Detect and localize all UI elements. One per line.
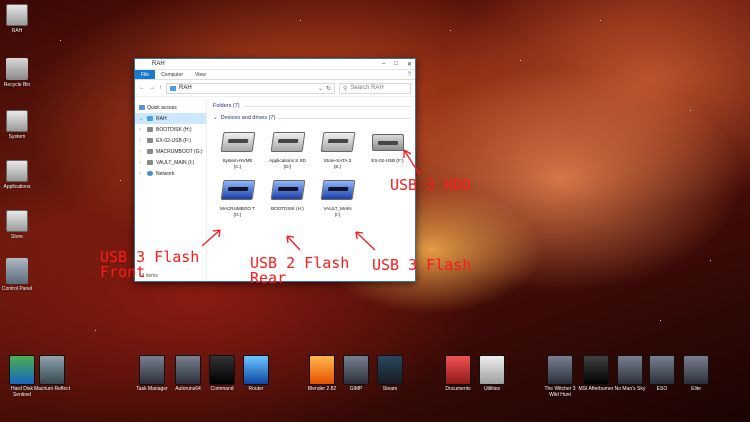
chevron-down-icon[interactable]: ⌄ — [318, 85, 323, 92]
blender-icon — [309, 355, 335, 385]
shortcut-elite[interactable]: Elite — [676, 355, 716, 392]
address-bar[interactable]: RAH ⌄ ↻ — [166, 82, 335, 94]
devices-section-header[interactable]: ⌄ Devices and drives (7) — [213, 113, 411, 123]
drives-grid: System-NVME (C:) Applications S SD (D:) St… — [213, 126, 411, 218]
usb-drive-icon — [270, 174, 306, 204]
hard-drive-icon — [270, 126, 306, 156]
nav-item-vault-main[interactable]: › VAULT_MAIN (I:) — [135, 157, 206, 168]
task-manager-icon — [139, 355, 165, 385]
up-icon[interactable]: ↑ — [159, 85, 162, 91]
desktop-icon-rah[interactable]: RAH — [0, 4, 34, 34]
hard-drive-icon — [220, 126, 256, 156]
tab-file[interactable]: File — [135, 70, 156, 79]
nav-item-macrumboot[interactable]: › MACRUMBOOT (G:) — [135, 146, 206, 157]
computer-icon — [170, 85, 176, 91]
desktop-icon-label: Store — [11, 234, 23, 240]
help-icon[interactable]: ? — [408, 72, 411, 78]
search-placeholder: Search RAH — [350, 85, 384, 91]
drive-item[interactable]: VAULT_MAIN (I:) — [313, 174, 362, 218]
search-box[interactable]: ⚲ Search RAH — [339, 82, 411, 94]
star-icon — [139, 105, 145, 110]
drive-item[interactable]: EX-02-USB (F:) — [363, 126, 412, 170]
steam-icon — [377, 355, 403, 385]
desktop-icon-applications[interactable]: Applications — [0, 160, 34, 190]
documents-icon — [445, 355, 471, 385]
external-drive-icon — [370, 126, 406, 156]
drive-item[interactable]: BOOTDISK (H:) — [263, 174, 312, 218]
desktop-icon-system[interactable]: System — [0, 110, 34, 140]
desktop-icon-control-panel[interactable]: Control Panel — [0, 258, 34, 292]
utilities-icon — [479, 355, 505, 385]
address-text: RAH — [179, 85, 192, 91]
window-title: RAH — [152, 61, 165, 67]
shortcut-router[interactable]: Router — [236, 355, 276, 392]
usb-drive-icon — [147, 160, 153, 165]
usb-drive-icon — [220, 174, 256, 204]
eso-icon — [649, 355, 675, 385]
forward-icon[interactable]: → — [149, 85, 155, 91]
elite-icon — [683, 355, 709, 385]
drive-item[interactable]: Store-SATA 3 (E:) — [313, 126, 362, 170]
refresh-icon[interactable]: ↻ — [326, 85, 331, 92]
shortcut-macrium-reflect[interactable]: Macrium Reflect — [32, 355, 72, 392]
back-icon[interactable]: ← — [139, 85, 145, 91]
usb-drive-icon — [147, 149, 153, 154]
shortcut-task-manager[interactable]: Task Manager — [132, 355, 172, 392]
hard-drive-icon — [320, 126, 356, 156]
search-icon: ⚲ — [343, 85, 348, 92]
annotation-usb3-flash: USB 3 Flash — [372, 256, 472, 274]
nav-item-quick-access[interactable]: ›Quick access — [135, 102, 206, 113]
witcher-icon — [547, 355, 573, 385]
network-icon — [147, 171, 153, 176]
drive-item[interactable]: Applications S SD (D:) — [263, 126, 312, 170]
drive-icon — [6, 160, 28, 182]
annotation-usb3-hdd: USB 3 HDD — [390, 176, 472, 194]
address-row: ← → ↑ RAH ⌄ ↻ ⚲ Search RAH — [135, 80, 415, 97]
usb-drive-icon — [147, 138, 153, 143]
computer-icon — [147, 116, 153, 121]
control-panel-icon — [6, 258, 28, 284]
usb-drive-icon — [320, 174, 356, 204]
maximize-icon[interactable]: □ — [394, 61, 398, 68]
desktop-icon-recycle-bin[interactable]: Recycle Bin — [0, 58, 34, 88]
drive-icon — [6, 210, 28, 232]
gimp-icon — [343, 355, 369, 385]
desktop-icon-label: Control Panel — [1, 286, 33, 292]
ribbon-tabs: File Computer View ? — [135, 70, 415, 80]
title-bar: RAH – □ ✕ — [135, 59, 415, 70]
drive-icon — [6, 110, 28, 132]
desktop-icon-label: Recycle Bin — [3, 82, 31, 88]
shortcut-steam[interactable]: Steam — [370, 355, 410, 392]
recycle-bin-icon — [6, 58, 28, 80]
folder-icon — [6, 4, 28, 26]
desktop-icon-label: Applications — [3, 184, 31, 190]
autoruns-icon — [175, 355, 201, 385]
annotation-usb2-flash-rear: USB 2 Flash Rear — [250, 254, 350, 287]
shortcut-witcher-3[interactable]: The Witcher 3 Wild Hunt — [540, 355, 580, 398]
command-prompt-icon — [209, 355, 235, 385]
desktop-icon-label: System — [8, 134, 26, 140]
macrium-reflect-icon — [39, 355, 65, 385]
close-icon[interactable]: ✕ — [407, 61, 412, 68]
nav-item-rah[interactable]: ⌄ RAH — [135, 113, 206, 124]
chevron-down-icon: ⌄ — [213, 115, 218, 121]
tab-view[interactable]: View — [189, 70, 212, 79]
tab-computer[interactable]: Computer — [155, 70, 189, 79]
minimize-icon[interactable]: – — [382, 61, 385, 68]
folders-section-header[interactable]: Folders (7) — [213, 101, 411, 111]
no-mans-sky-icon — [617, 355, 643, 385]
desktop-icon-label: RAH — [11, 28, 23, 34]
nav-item-bootdisk[interactable]: › BOOTDISK (H:) — [135, 124, 206, 135]
drive-item[interactable]: MACRUMBOO T (G:) — [213, 174, 262, 218]
annotation-usb3-flash-front: USB 3 Flash Front — [100, 248, 200, 281]
usb-drive-icon — [147, 127, 153, 132]
drive-item[interactable]: System-NVME (C:) — [213, 126, 262, 170]
msi-afterburner-icon — [583, 355, 609, 385]
shortcut-utilities[interactable]: Utilities — [472, 355, 512, 392]
router-icon — [243, 355, 269, 385]
nav-item-ex-02-usb[interactable]: › EX-02-USB (F:) — [135, 135, 206, 146]
nav-item-network[interactable]: › Network — [135, 168, 206, 179]
desktop-icon-store[interactable]: Store — [0, 210, 34, 240]
